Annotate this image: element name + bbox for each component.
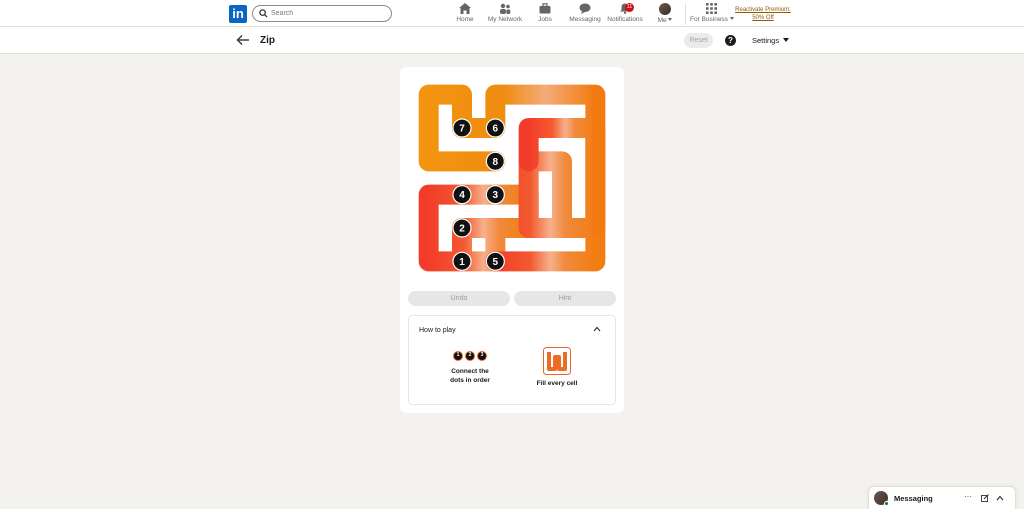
zip-board[interactable]: 1 2 3 4 5 6 7 8	[412, 78, 612, 278]
avatar	[659, 3, 671, 15]
premium-line-2: 50% Off	[752, 15, 774, 21]
dot-label-3: 3	[493, 190, 499, 201]
game-controls: Undo Hint	[408, 291, 616, 307]
nav-home[interactable]: Home	[454, 3, 476, 25]
dot-label-1: 1	[459, 257, 465, 268]
help-icon[interactable]: ?	[725, 35, 736, 46]
dot-label-6: 6	[493, 124, 499, 135]
nav-messaging[interactable]: Messaging	[569, 3, 601, 25]
dot-label-2: 2	[459, 224, 465, 235]
step1-line1: Connect the	[451, 368, 489, 375]
nav-notifications[interactable]: 11 Notifications	[607, 3, 643, 25]
messaging-label: Messaging	[894, 494, 933, 503]
game-header: Zip Reset ? Settings	[0, 27, 1024, 54]
more-options-icon[interactable]: ···	[964, 492, 972, 501]
search-icon	[259, 9, 268, 18]
dot-label-8: 8	[493, 157, 499, 168]
chat-icon	[579, 3, 591, 14]
compose-icon[interactable]	[981, 494, 989, 502]
nav-jobs-label: Jobs	[538, 16, 552, 23]
reactivate-premium-link[interactable]: Reactivate Premium: 50% Off	[733, 6, 793, 22]
linkedin-logo[interactable]: in	[229, 5, 247, 23]
mini-dot-3: 3	[477, 351, 487, 361]
briefcase-icon	[539, 3, 551, 14]
step2-label: Fill every cell	[536, 380, 578, 387]
chevron-down-icon	[668, 18, 673, 21]
home-icon	[459, 3, 471, 14]
messaging-bar[interactable]: Messaging ···	[868, 486, 1016, 509]
nav-for-business[interactable]: For Business	[690, 3, 734, 25]
game-card: 12345678 Undo Hint How to play 1 2 3 Con…	[400, 67, 624, 413]
step1-line2: dots in order	[450, 377, 490, 384]
step-connect-dots: 1 2 3 Connect the dots in order	[439, 351, 501, 385]
nav-messaging-label: Messaging	[569, 16, 601, 23]
nav-me-label: Me	[657, 17, 667, 24]
chevron-up-icon[interactable]	[996, 495, 1004, 501]
reset-button[interactable]: Reset	[684, 33, 713, 48]
mini-dot-1: 1	[453, 351, 463, 361]
nav-for-business-label-wrap: For Business	[690, 16, 734, 23]
settings-dropdown[interactable]: Settings	[752, 36, 790, 45]
back-arrow-icon[interactable]	[236, 34, 250, 46]
nav-me[interactable]: Me	[654, 3, 676, 25]
notifications-badge: 11	[625, 3, 634, 12]
nav-my-network-label: My Network	[487, 16, 523, 23]
premium-line-1: Reactivate Premium:	[735, 7, 791, 13]
nav-home-label: Home	[456, 16, 474, 23]
online-status-dot	[884, 501, 889, 506]
nav-for-business-label: For Business	[690, 16, 728, 23]
grid-icon	[705, 3, 717, 14]
mini-dots: 1 2 3	[439, 351, 501, 361]
chevron-up-icon[interactable]	[593, 326, 601, 332]
caret-down-icon	[783, 38, 790, 42]
search-box[interactable]	[252, 5, 392, 22]
nav-my-network[interactable]: My Network	[487, 3, 523, 25]
dot-label-7: 7	[459, 124, 465, 135]
settings-label: Settings	[752, 36, 780, 45]
nav-me-label-wrap: Me	[654, 17, 676, 24]
nav-notifications-label: Notifications	[607, 16, 643, 23]
how-to-play-heading: How to play	[419, 327, 456, 334]
path-segment-middle	[485, 151, 606, 272]
search-input[interactable]	[271, 7, 381, 20]
dot-label-4: 4	[459, 190, 465, 201]
undo-button[interactable]: Undo	[408, 291, 510, 306]
mini-dot-2: 2	[465, 351, 475, 361]
nav-divider	[685, 3, 686, 25]
page-title: Zip	[260, 35, 275, 46]
path-segment-lower	[418, 184, 539, 272]
how-to-play-panel: How to play 1 2 3 Connect the dots in or…	[408, 315, 616, 405]
step-fill-cells: Fill every cell	[527, 347, 587, 388]
hint-button[interactable]: Hint	[514, 291, 616, 306]
nav-jobs[interactable]: Jobs	[535, 3, 555, 25]
top-navigation: in Home My Network Jobs Messaging 11 Not…	[0, 0, 1024, 27]
dot-label-5: 5	[493, 257, 499, 268]
fill-grid-icon	[543, 347, 571, 375]
network-icon	[500, 3, 511, 14]
